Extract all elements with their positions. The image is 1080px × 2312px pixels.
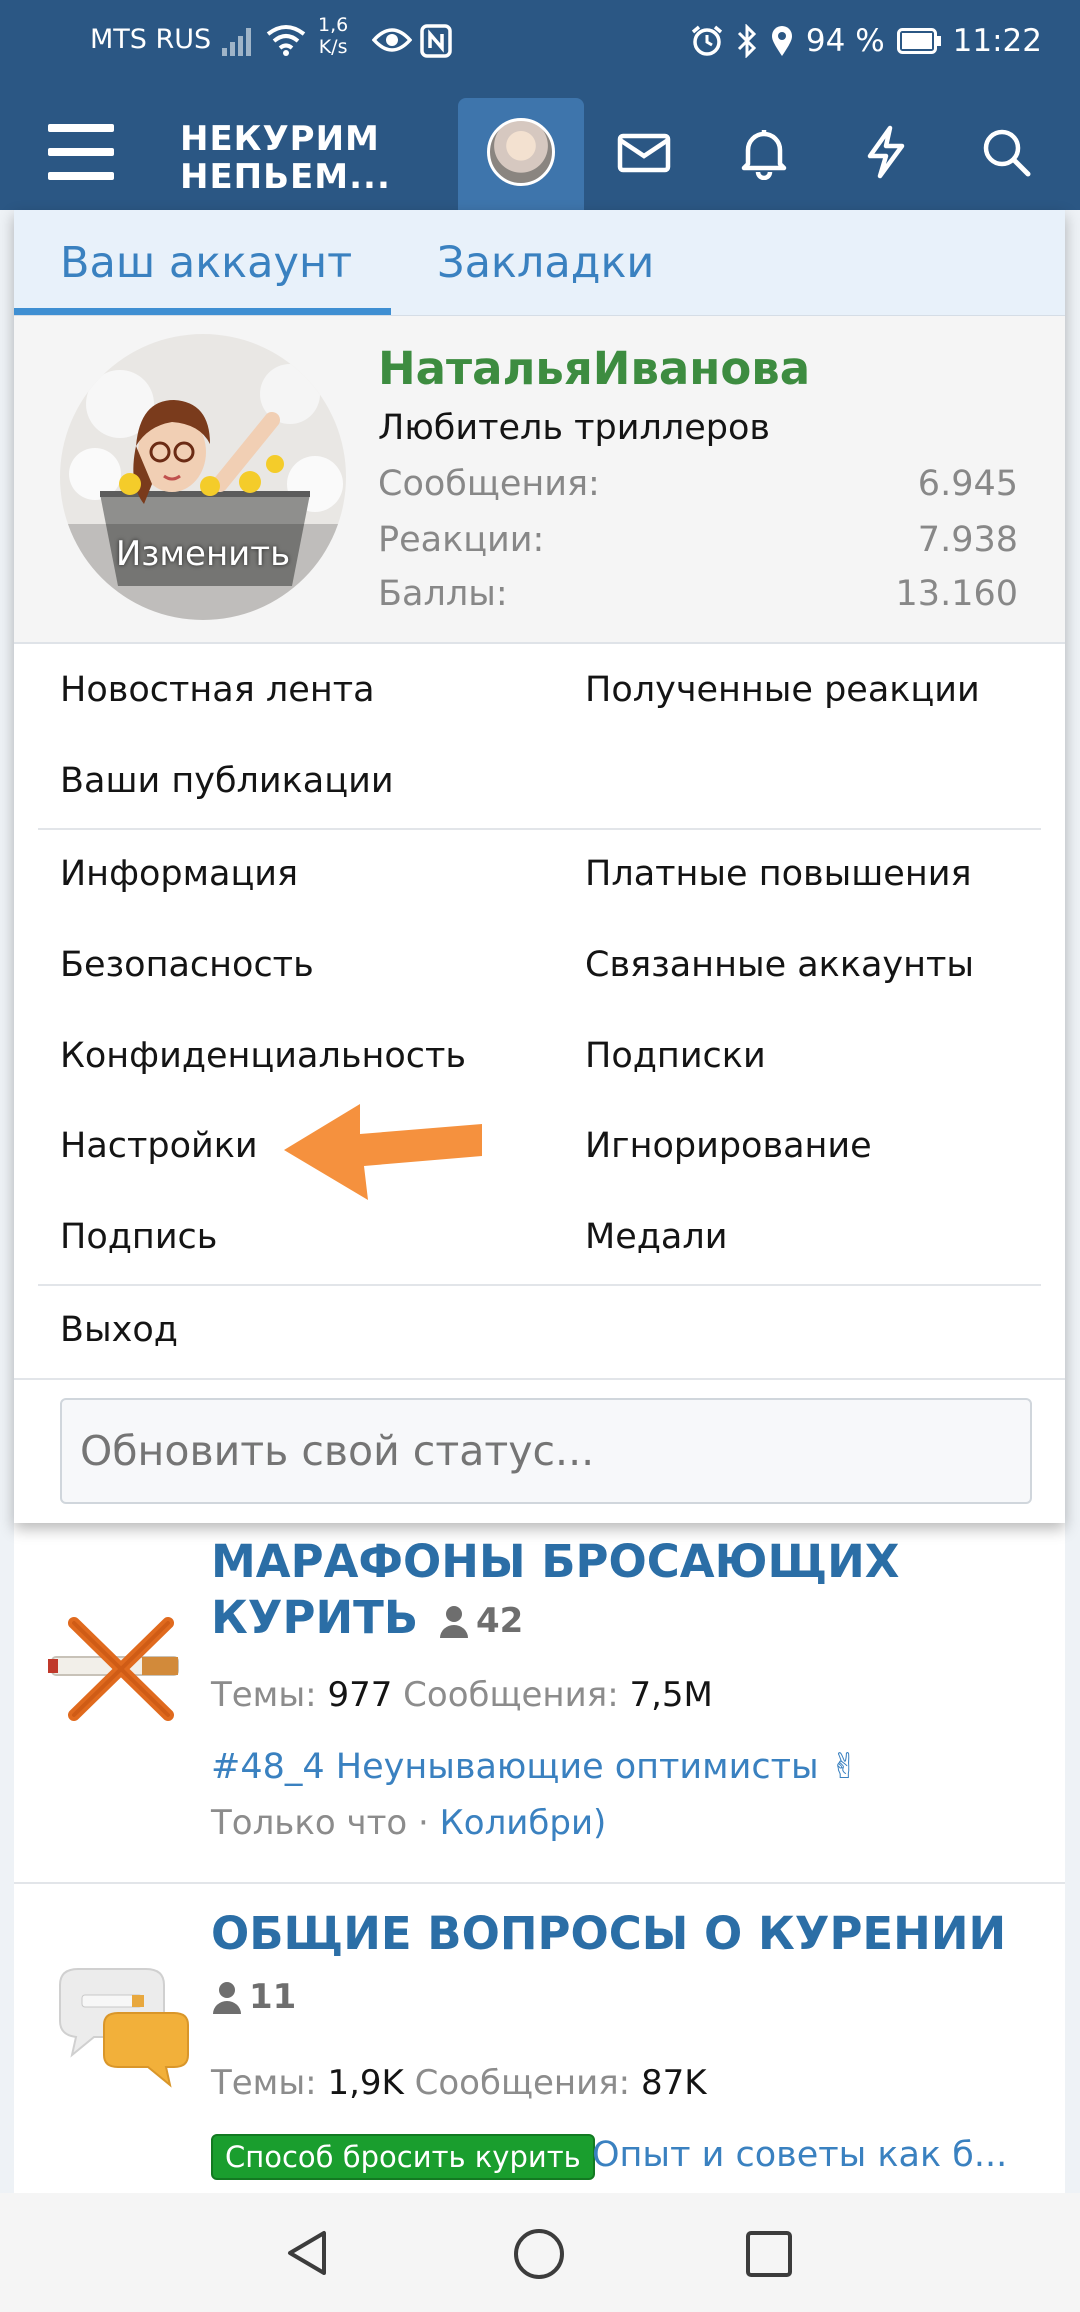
home-icon[interactable] (512, 2227, 566, 2281)
status-bar: MTS RUS 1,6 K/s 94 % 11:22 (0, 0, 1080, 82)
search-icon[interactable] (976, 124, 1036, 180)
status-update-input[interactable] (60, 1398, 1032, 1504)
divider (38, 1284, 1041, 1286)
avatar-image (60, 334, 346, 620)
profile-summary: Изменить НатальяИванова Любитель триллер… (14, 316, 1065, 644)
nfc-icon (420, 24, 452, 58)
last-thread-link[interactable]: #48_4 Неунывающие оптимисты ✌ (211, 1747, 859, 1787)
tab-bookmarks[interactable]: Закладки (437, 238, 654, 288)
forum-title[interactable]: МАРАФОНЫ БРОСАЮЩИХ (211, 1535, 899, 1588)
menu-hamburger-icon[interactable] (48, 124, 114, 180)
wifi-icon (266, 25, 306, 56)
link-medals[interactable]: Медали (585, 1217, 728, 1257)
active-tab-indicator (14, 308, 391, 315)
link-security[interactable]: Безопасность (60, 945, 314, 985)
last-thread-link[interactable]: Опыт и советы как б... (592, 2135, 1007, 2175)
recents-icon[interactable] (744, 2229, 794, 2279)
link-signature[interactable]: Подпись (60, 1217, 217, 1257)
viewers-count: 11 (211, 1977, 296, 2017)
eye-icon (372, 28, 412, 52)
link-connected-accounts[interactable]: Связанные аккаунты (585, 945, 974, 985)
stat-messages: Сообщения: 6.945 (378, 464, 1018, 504)
link-privacy[interactable]: Конфиденциальность (60, 1036, 466, 1076)
link-account-details[interactable]: Информация (60, 854, 298, 894)
menu-tabs: Ваш аккаунт Закладки (14, 210, 1065, 316)
link-your-content[interactable]: Ваши публикации (60, 761, 394, 801)
site-logo[interactable]: НЕКУРИМ НЕПЬЕМ... (180, 120, 391, 196)
link-preferences[interactable]: Настройки (60, 1126, 258, 1166)
alarm-icon (691, 25, 723, 56)
carrier-label: MTS RUS (90, 24, 212, 55)
forum-title[interactable]: ОБЩИЕ ВОПРОСЫ О КУРЕНИИ (211, 1907, 1006, 1960)
battery-icon (896, 28, 941, 54)
no-smoking-icon (48, 1617, 179, 1721)
avatar (487, 118, 555, 186)
thread-prefix-badge[interactable]: Способ бросить курить (211, 2134, 595, 2180)
forum-stats: Темы: 1,9K Сообщения: 87K (211, 2063, 707, 2103)
signal-icon (222, 28, 251, 56)
account-menu: Ваш аккаунт Закладки Изменить НатальяИва… (14, 210, 1065, 1523)
network-speed: 1,6 K/s (318, 14, 349, 58)
back-icon[interactable] (282, 2227, 334, 2279)
forum-list: МАРАФОНЫ БРОСАЮЩИХ КУРИТЬ 42 Темы: 977 С… (14, 1523, 1065, 2193)
system-nav-bar (0, 2193, 1080, 2312)
app-header: НЕКУРИМ НЕПЬЕМ... (0, 82, 1080, 210)
tab-account[interactable]: Ваш аккаунт (60, 238, 352, 288)
lightning-icon[interactable] (856, 124, 916, 180)
inbox-icon[interactable] (614, 124, 674, 180)
bell-icon[interactable] (734, 124, 794, 180)
link-news-feed[interactable]: Новостная лента (60, 670, 375, 710)
last-post-meta: Только что · Колибри) (211, 1803, 607, 1843)
viewers-count: 42 (438, 1601, 523, 1641)
chat-bubbles-icon (59, 1968, 189, 2088)
user-title: Любитель триллеров (378, 408, 771, 448)
avatar-edit-label[interactable]: Изменить (60, 534, 346, 574)
forum-title-cont[interactable]: КУРИТЬ (211, 1591, 418, 1644)
link-paid-upgrades[interactable]: Платные повышения (585, 854, 972, 894)
account-button[interactable] (458, 98, 584, 210)
link-following[interactable]: Подписки (585, 1036, 766, 1076)
stat-reactions: Реакции: 7.938 (378, 520, 1018, 560)
divider (14, 1882, 1065, 1884)
profile-avatar[interactable]: Изменить (60, 334, 346, 620)
user-icon (440, 1606, 468, 1638)
username-link[interactable]: НатальяИванова (378, 342, 810, 395)
link-ignoring[interactable]: Игнорирование (585, 1126, 872, 1166)
location-icon (771, 26, 792, 56)
forum-stats: Темы: 977 Сообщения: 7,5M (211, 1675, 713, 1715)
divider (38, 828, 1041, 830)
link-received-reactions[interactable]: Полученные реакции (585, 670, 980, 710)
user-icon (213, 1982, 241, 2014)
last-poster-link[interactable]: Колибри) (440, 1803, 607, 1843)
battery-percent: 94 % (805, 23, 885, 59)
clock: 11:22 (952, 23, 1042, 59)
stat-points: Баллы: 13.160 (378, 574, 1018, 614)
bluetooth-icon (737, 24, 757, 58)
annotation-arrow-icon (284, 1104, 482, 1200)
link-logout[interactable]: Выход (60, 1310, 178, 1350)
status-right: 94 % 11:22 (690, 18, 1042, 64)
divider (14, 1378, 1065, 1380)
